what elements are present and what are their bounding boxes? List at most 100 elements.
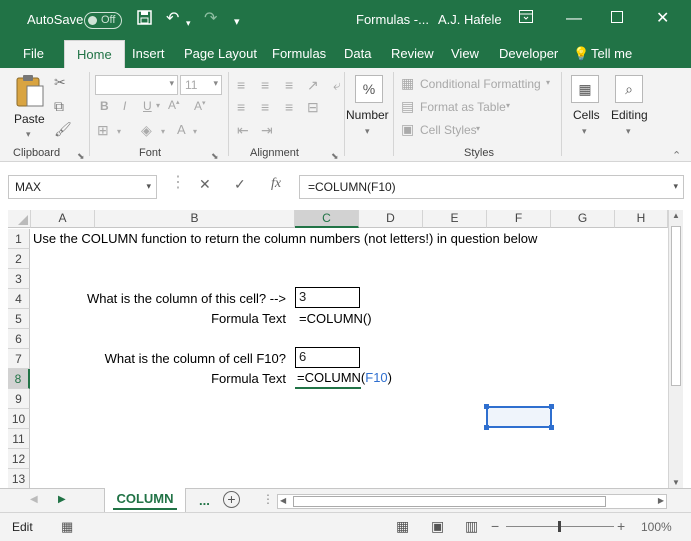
customize-qat-icon[interactable]: ▾ xyxy=(234,13,240,31)
expand-formula-icon[interactable]: ▾ xyxy=(673,181,678,192)
tab-review[interactable]: Review xyxy=(391,46,434,61)
active-cell-c8[interactable]: =COLUMN(F10) xyxy=(295,369,392,389)
fill-color-icon[interactable]: ◈ xyxy=(141,122,152,138)
number-label[interactable]: Number xyxy=(346,108,389,122)
zoom-in-icon[interactable]: + xyxy=(617,518,625,534)
search-icon[interactable]: ⌕ xyxy=(615,75,643,103)
decrease-indent-icon[interactable]: ⇤ xyxy=(237,122,249,138)
increase-font-icon[interactable]: A▴ xyxy=(168,98,180,112)
cells-dropdown-icon[interactable]: ▾ xyxy=(582,123,587,139)
row-header[interactable]: 1 xyxy=(8,229,30,249)
font-name-box[interactable]: ▾ xyxy=(95,75,178,95)
macro-record-icon[interactable]: ▦ xyxy=(61,519,73,535)
row-header[interactable]: 7 xyxy=(8,349,30,369)
row-header[interactable]: 4 xyxy=(8,289,30,309)
font-size-box[interactable]: 11 ▾ xyxy=(180,75,222,95)
vertical-scrollbar[interactable]: ▲ ▼ xyxy=(668,210,683,488)
next-sheet-icon[interactable]: ▶ xyxy=(58,494,66,505)
tab-file[interactable]: File xyxy=(23,46,44,61)
tab-page-layout[interactable]: Page Layout xyxy=(184,46,257,61)
orientation-icon[interactable]: ↗ xyxy=(307,77,319,93)
more-sheets-button[interactable]: ... xyxy=(199,493,210,508)
column-header-c[interactable]: C xyxy=(295,210,359,228)
save-icon[interactable] xyxy=(137,10,152,30)
undo-dropdown-icon[interactable]: ▾ xyxy=(186,14,191,32)
column-header-b[interactable]: B xyxy=(95,210,295,228)
formula-input[interactable]: =COLUMN(F10) ▾ xyxy=(299,175,684,199)
user-name[interactable]: A.J. Hafele xyxy=(438,12,502,27)
middle-align-icon[interactable]: ≡ xyxy=(261,77,269,93)
normal-view-icon[interactable]: ▦ xyxy=(396,518,409,535)
font-color-dropdown-icon[interactable]: ▾ xyxy=(193,124,197,140)
cell-c5[interactable]: =COLUMN() xyxy=(299,309,372,329)
merge-center-icon[interactable]: ⊟ xyxy=(307,99,319,115)
tell-me-search[interactable]: Tell me xyxy=(591,46,632,61)
row-header[interactable]: 9 xyxy=(8,389,30,409)
conditional-formatting-icon[interactable]: ▦ xyxy=(401,75,414,91)
zoom-slider[interactable] xyxy=(506,521,614,532)
row-header[interactable]: 2 xyxy=(8,249,30,269)
cells-button-icon[interactable]: ▦ xyxy=(571,75,599,103)
cut-icon[interactable]: ✂ xyxy=(54,74,66,90)
scroll-thumb[interactable] xyxy=(671,226,681,386)
borders-dropdown-icon[interactable]: ▾ xyxy=(117,124,121,140)
paste-button[interactable]: Paste ▾ xyxy=(12,74,48,139)
close-icon[interactable]: ✕ xyxy=(656,10,669,28)
tab-split-icon[interactable]: ⋮ xyxy=(262,492,274,506)
tab-developer[interactable]: Developer xyxy=(499,46,558,61)
font-color-icon[interactable]: A xyxy=(177,122,186,137)
conditional-formatting-button[interactable]: Conditional Formatting xyxy=(420,77,541,91)
editing-label[interactable]: Editing xyxy=(611,108,648,122)
tab-insert[interactable]: Insert xyxy=(132,46,165,61)
number-dropdown-icon[interactable]: ▾ xyxy=(365,123,370,139)
bold-button[interactable]: B xyxy=(100,99,109,113)
more-options-icon[interactable]: ⋮ xyxy=(170,172,186,192)
cell-area[interactable]: Use the COLUMN function to return the co… xyxy=(31,229,668,488)
cell-c7-answer[interactable]: 6 xyxy=(295,347,360,368)
column-header-g[interactable]: G xyxy=(551,210,615,228)
scroll-down-icon[interactable]: ▼ xyxy=(672,478,680,487)
row-header[interactable]: 13 xyxy=(8,469,30,489)
copy-icon[interactable]: ⧉ xyxy=(54,98,64,114)
wrap-text-icon[interactable]: ⤶ xyxy=(333,77,341,93)
row-header[interactable]: 11 xyxy=(8,429,30,449)
borders-icon[interactable]: ⊞ xyxy=(97,122,109,138)
cell-styles-icon[interactable]: ▣ xyxy=(401,121,414,137)
scroll-thumb[interactable] xyxy=(293,496,606,507)
horizontal-scrollbar[interactable]: ◀ ▶ xyxy=(277,494,667,509)
sheet-tab-column[interactable]: COLUMN xyxy=(104,488,186,513)
row-header[interactable]: 10 xyxy=(8,409,30,429)
cell-b4[interactable]: What is the column of this cell? --> xyxy=(71,289,286,309)
row-header[interactable]: 8 xyxy=(8,369,30,389)
add-sheet-icon[interactable]: + xyxy=(223,491,240,508)
column-header-e[interactable]: E xyxy=(423,210,487,228)
cell-a1[interactable]: Use the COLUMN function to return the co… xyxy=(33,229,537,249)
italic-button[interactable]: I xyxy=(123,99,126,113)
prev-sheet-icon[interactable]: ◀ xyxy=(30,494,38,505)
fill-color-dropdown-icon[interactable]: ▾ xyxy=(161,124,165,140)
editing-dropdown-icon[interactable]: ▾ xyxy=(626,123,631,139)
name-box[interactable]: MAX ▾ xyxy=(8,175,157,199)
underline-dropdown-icon[interactable]: ▾ xyxy=(156,101,160,110)
enter-icon[interactable]: ✓ xyxy=(234,176,246,193)
row-header[interactable]: 3 xyxy=(8,269,30,289)
row-header[interactable]: 5 xyxy=(8,309,30,329)
column-header-h[interactable]: H xyxy=(615,210,668,228)
row-header[interactable]: 12 xyxy=(8,449,30,469)
column-header-f[interactable]: F xyxy=(487,210,551,228)
number-format-button[interactable]: % xyxy=(355,75,383,103)
tab-data[interactable]: Data xyxy=(344,46,371,61)
cells-label[interactable]: Cells xyxy=(573,108,600,122)
cell-b8[interactable]: Formula Text xyxy=(71,369,286,389)
align-right-icon[interactable]: ≡ xyxy=(285,99,293,115)
cancel-icon[interactable]: ✕ xyxy=(199,176,211,193)
page-layout-view-icon[interactable]: ▣ xyxy=(431,518,444,535)
top-align-icon[interactable]: ≡ xyxy=(237,77,245,93)
cell-c4-answer[interactable]: 3 xyxy=(295,287,360,308)
cell-b7[interactable]: What is the column of cell F10? xyxy=(71,349,286,369)
undo-icon[interactable]: ↶ xyxy=(166,10,179,28)
insert-function-icon[interactable]: fx xyxy=(271,176,281,192)
autosave-toggle[interactable]: Off xyxy=(84,12,122,29)
tab-formulas[interactable]: Formulas xyxy=(272,46,326,61)
zoom-out-icon[interactable]: − xyxy=(491,518,499,534)
